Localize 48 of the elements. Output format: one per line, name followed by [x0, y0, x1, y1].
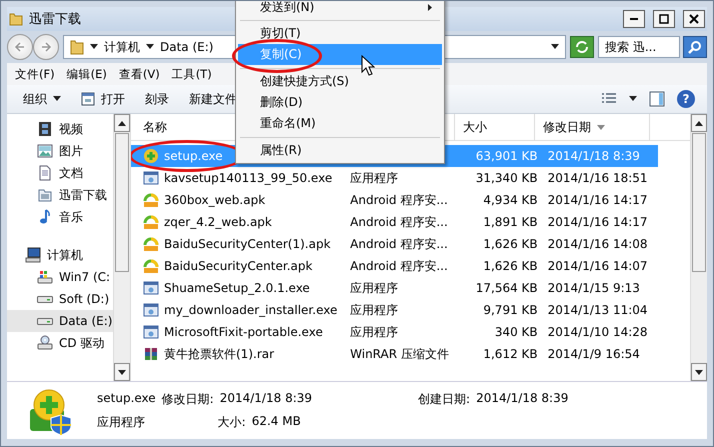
file-type: 应用程序: [350, 170, 398, 184]
file-type: 应用程序: [97, 414, 146, 430]
file-date: 2014/1/15 9:13: [548, 281, 640, 295]
file-name: MicrosoftFixit-portable.exe: [164, 325, 323, 339]
file-type: Android 程序安...: [350, 236, 448, 250]
field-label: 大小:: [218, 414, 246, 430]
file-name: 360box_web.apk: [164, 193, 266, 207]
file-date: 2014/1/16 18:51: [548, 171, 648, 185]
file-size: 340 KB: [494, 325, 538, 339]
file-date: 2014/1/10 14:28: [548, 325, 648, 339]
file-name: BaiduSecurityCenter.apk: [164, 259, 312, 273]
file-name: kavsetup140113_99_50.exe: [164, 171, 332, 185]
file-name: setup.exe: [97, 390, 156, 406]
file-type: Android 程序安...: [350, 258, 448, 272]
file-date: 2014/1/18 8:39: [548, 149, 640, 163]
file-type: 应用程序: [350, 280, 398, 294]
window-title: 迅雷下载: [29, 11, 81, 28]
file-type: Android 程序安...: [350, 192, 448, 206]
file-name: setup.exe: [164, 149, 223, 163]
file-date: 2014/1/16 14:17: [548, 193, 648, 207]
file-type: 应用程序: [350, 302, 398, 316]
field-label: 修改日期:: [162, 390, 214, 408]
file-size: 1,891 KB: [483, 215, 538, 229]
file-name: ShuameSetup_2.0.1.exe: [164, 281, 310, 295]
file-name: my_downloader_installer.exe: [164, 303, 338, 317]
file-size: 4,934 KB: [483, 193, 538, 207]
file-type: Android 程序安...: [350, 214, 448, 228]
file-name: BaiduSecurityCenter(1).apk: [164, 237, 331, 251]
file-name: zqer_4.2_web.apk: [164, 215, 272, 229]
field-value: 2014/1/18 8:39: [476, 390, 568, 406]
file-type: 应用程序: [350, 324, 398, 338]
file-date: 2014/1/16 14:17: [548, 215, 648, 229]
file-size: 9,791 KB: [483, 303, 538, 317]
file-size: 31,340 KB: [476, 171, 538, 185]
file-size: 1,626 KB: [483, 237, 538, 251]
file-size: 63,901 KB: [476, 149, 538, 163]
file-size: 17,564 KB: [476, 281, 538, 295]
field-label: 创建日期:: [418, 390, 470, 408]
field-value: 62.4 MB: [252, 414, 301, 430]
file-name: 黄牛抢票软件(1).rar: [164, 346, 274, 362]
file-type: WinRAR 压缩文件: [350, 346, 449, 360]
file-date: 2014/1/16 14:07: [548, 259, 648, 273]
file-date: 2014/1/13 11:04: [548, 303, 648, 317]
file-date: 2014/1/9 16:54: [548, 347, 640, 361]
field-value: 2014/1/18 8:39: [220, 390, 312, 406]
file-size: 1,612 KB: [483, 347, 538, 361]
file-date: 2014/1/16 14:08: [548, 237, 648, 251]
file-size: 1,626 KB: [483, 259, 538, 273]
